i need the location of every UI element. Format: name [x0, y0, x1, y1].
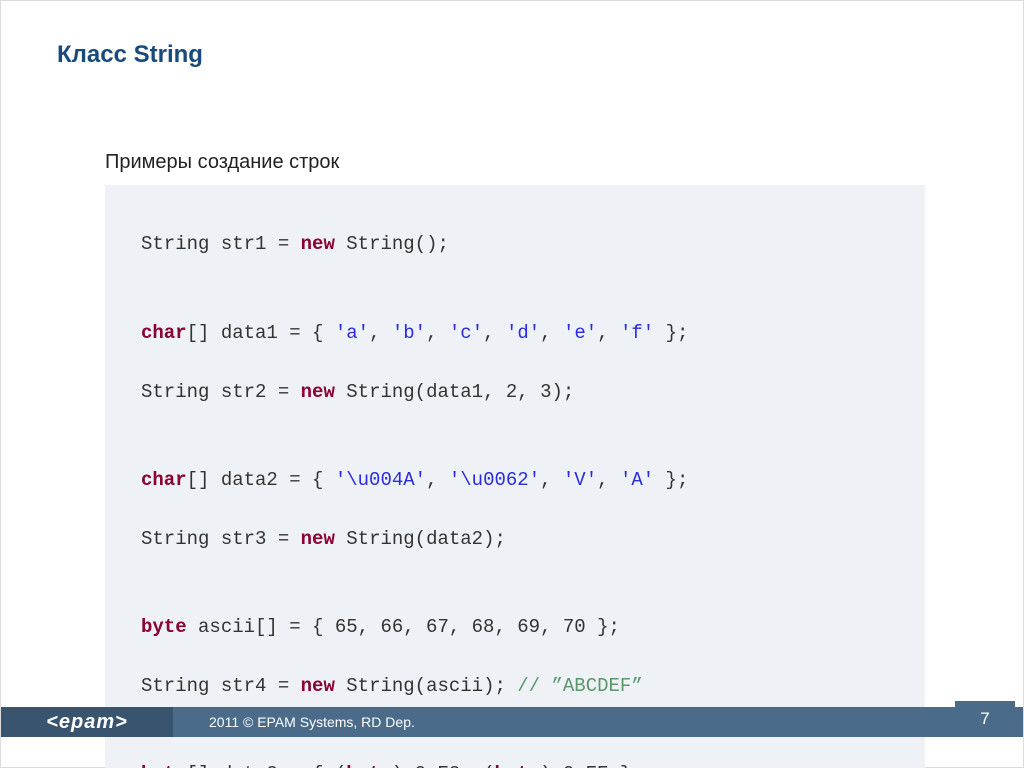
- page-title: Класс String: [57, 41, 203, 69]
- subtitle: Примеры создание строк: [105, 151, 339, 174]
- page-number: 7: [955, 701, 1015, 737]
- footer-copyright: 2011 © EPAM Systems, RD Dep.: [173, 714, 1023, 730]
- code-line: char[] data1 = { 'a', 'b', 'c', 'd', 'e'…: [141, 319, 889, 348]
- epam-logo: <epam>: [1, 707, 173, 737]
- code-line: byte[] data3 = { (byte) 0xE3, (byte) 0xE…: [141, 760, 889, 768]
- code-line: String str4 = new String(ascii); // ”ABC…: [141, 672, 889, 701]
- code-block: String str1 = new String(); char[] data1…: [105, 185, 925, 768]
- code-line: byte ascii[] = { 65, 66, 67, 68, 69, 70 …: [141, 613, 889, 642]
- code-line: String str3 = new String(data2);: [141, 525, 889, 554]
- code-line: String str1 = new String();: [141, 230, 889, 259]
- slide: Класс String Примеры создание строк Stri…: [0, 0, 1024, 768]
- code-line: String str2 = new String(data1, 2, 3);: [141, 378, 889, 407]
- footer-bar: <epam> 2011 © EPAM Systems, RD Dep.: [1, 707, 1023, 737]
- code-line: char[] data2 = { '\u004A', '\u0062', 'V'…: [141, 466, 889, 495]
